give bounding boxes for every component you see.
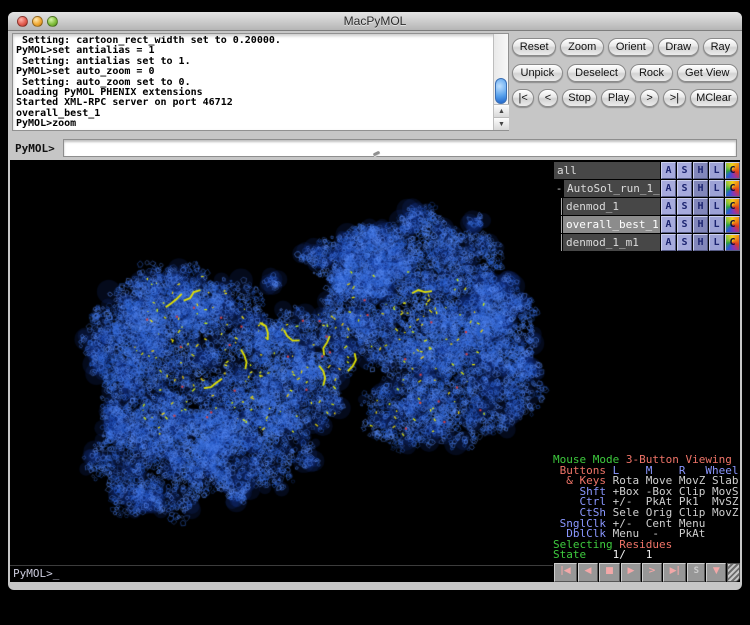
label-menu-button[interactable]: L [709, 198, 724, 215]
object-name-all[interactable]: all [554, 162, 660, 179]
object-row: overall_best_1ASHLC [554, 216, 740, 233]
object-name-denmod_1[interactable]: denmod_1 [563, 198, 660, 215]
color-menu-button[interactable]: C [725, 216, 740, 233]
color-menu-button[interactable]: C [725, 180, 740, 197]
tree-indent [554, 234, 562, 251]
object-name-overall_best_1[interactable]: overall_best_1 [563, 216, 660, 233]
console-text: Setting: cartoon_rect_width set to 0.200… [16, 36, 491, 129]
label-menu-button[interactable]: L [709, 234, 724, 251]
movie-playback-bar: |◀◀■▶>▶|S▼ [553, 563, 740, 582]
forward-button[interactable]: > [642, 563, 662, 582]
menu-dropdown-button[interactable]: ▼ [706, 563, 726, 582]
show-menu-button[interactable]: S [677, 198, 692, 215]
button-play[interactable]: Play [601, 89, 635, 107]
button-draw[interactable]: Draw [658, 38, 699, 56]
button-[interactable]: |< [512, 89, 534, 107]
button-[interactable]: > [640, 89, 659, 107]
button-unpick[interactable]: Unpick [512, 64, 563, 82]
play-button[interactable]: ▶ [621, 563, 641, 582]
button-ray[interactable]: Ray [703, 38, 738, 56]
object-name-denmod_1_m1[interactable]: denmod_1_m1 [563, 234, 660, 251]
button-zoom[interactable]: Zoom [560, 38, 604, 56]
label-menu-button[interactable]: L [709, 162, 724, 179]
show-menu-button[interactable]: S [677, 162, 692, 179]
button-stop[interactable]: Stop [562, 89, 598, 107]
state-button[interactable]: S [687, 563, 705, 582]
show-menu-button[interactable]: S [677, 234, 692, 251]
show-menu-button[interactable]: S [677, 180, 692, 197]
macpymol-window: MacPyMOL Setting: cartoon_rect_width set… [8, 12, 742, 590]
group-collapse-toggle[interactable]: - [554, 180, 564, 197]
tree-indent [554, 198, 562, 215]
object-panel: allASHLC-AutoSol_run_1_ASHLCdenmod_1ASHL… [553, 160, 740, 582]
action-menu-button[interactable]: A [661, 180, 676, 197]
action-menu-button[interactable]: A [661, 162, 676, 179]
button-rock[interactable]: Rock [630, 64, 672, 82]
button-row-movie: |<< StopPlay >>| MClear [512, 89, 738, 107]
action-menu-button[interactable]: A [661, 198, 676, 215]
label-menu-button[interactable]: L [709, 180, 724, 197]
color-menu-button[interactable]: C [725, 162, 740, 179]
command-input[interactable] [63, 139, 737, 157]
console-line: overall_best_1 [16, 109, 491, 119]
button-mclear[interactable]: MClear [690, 89, 738, 107]
action-menu-button[interactable]: A [661, 234, 676, 251]
back-button[interactable]: ◀ [578, 563, 598, 582]
object-list: allASHLC-AutoSol_run_1_ASHLCdenmod_1ASHL… [554, 162, 740, 252]
button-reset[interactable]: Reset [512, 38, 556, 56]
scrollbar-thumb[interactable] [495, 78, 507, 104]
object-row: -AutoSol_run_1_ASHLC [554, 180, 740, 197]
hide-menu-button[interactable]: H [693, 162, 708, 179]
button-deselect[interactable]: Deselect [567, 64, 627, 82]
hide-menu-button[interactable]: H [693, 198, 708, 215]
object-row: denmod_1ASHLC [554, 198, 740, 215]
hide-menu-button[interactable]: H [693, 216, 708, 233]
button-orient[interactable]: Orient [608, 38, 654, 56]
resize-grip-icon[interactable] [727, 563, 740, 582]
console-line: PyMOL>zoom [16, 119, 491, 129]
object-row: denmod_1_m1ASHLC [554, 234, 740, 251]
show-menu-button[interactable]: S [677, 216, 692, 233]
object-name-AutoSol_run_1_[interactable]: AutoSol_run_1_ [564, 180, 660, 197]
hide-menu-button[interactable]: H [693, 180, 708, 197]
end-button[interactable]: ▶| [663, 563, 686, 582]
stop-movie-button[interactable]: ■ [599, 563, 620, 582]
hide-menu-button[interactable]: H [693, 234, 708, 251]
mouse-panel-line: State 1/ 1 [553, 550, 740, 561]
color-menu-button[interactable]: C [725, 198, 740, 215]
molecule-viewport[interactable] [10, 162, 553, 567]
window-title: MacPyMOL [8, 14, 742, 28]
tree-indent [554, 216, 562, 233]
scroll-up-icon[interactable]: ▲ [494, 104, 509, 117]
button-[interactable]: < [538, 89, 557, 107]
console-scrollbar[interactable]: ▲ ▼ [493, 34, 508, 130]
color-menu-button[interactable]: C [725, 234, 740, 251]
rewind-button[interactable]: |◀ [554, 563, 577, 582]
command-prompt-label: PyMOL> [15, 142, 55, 155]
button-row-view: ResetZoomOrientDrawRay [512, 38, 738, 56]
button-[interactable]: >| [663, 89, 685, 107]
button-row-select: UnpickDeselectRock Get View [512, 64, 738, 82]
internal-prompt[interactable]: PyMOL>_ [10, 565, 553, 582]
object-row: allASHLC [554, 162, 740, 179]
console-output: Setting: cartoon_rect_width set to 0.200… [12, 33, 509, 131]
scroll-down-icon[interactable]: ▼ [494, 117, 509, 130]
action-menu-button[interactable]: A [661, 216, 676, 233]
title-bar[interactable]: MacPyMOL [8, 12, 742, 31]
mouse-mode-panel: Mouse Mode 3-Button Viewing Buttons L M … [553, 455, 740, 561]
gl-viewer-area: PyMOL>_ allASHLC-AutoSol_run_1_ASHLCdenm… [10, 160, 740, 582]
label-menu-button[interactable]: L [709, 216, 724, 233]
button-getview[interactable]: Get View [677, 64, 738, 82]
